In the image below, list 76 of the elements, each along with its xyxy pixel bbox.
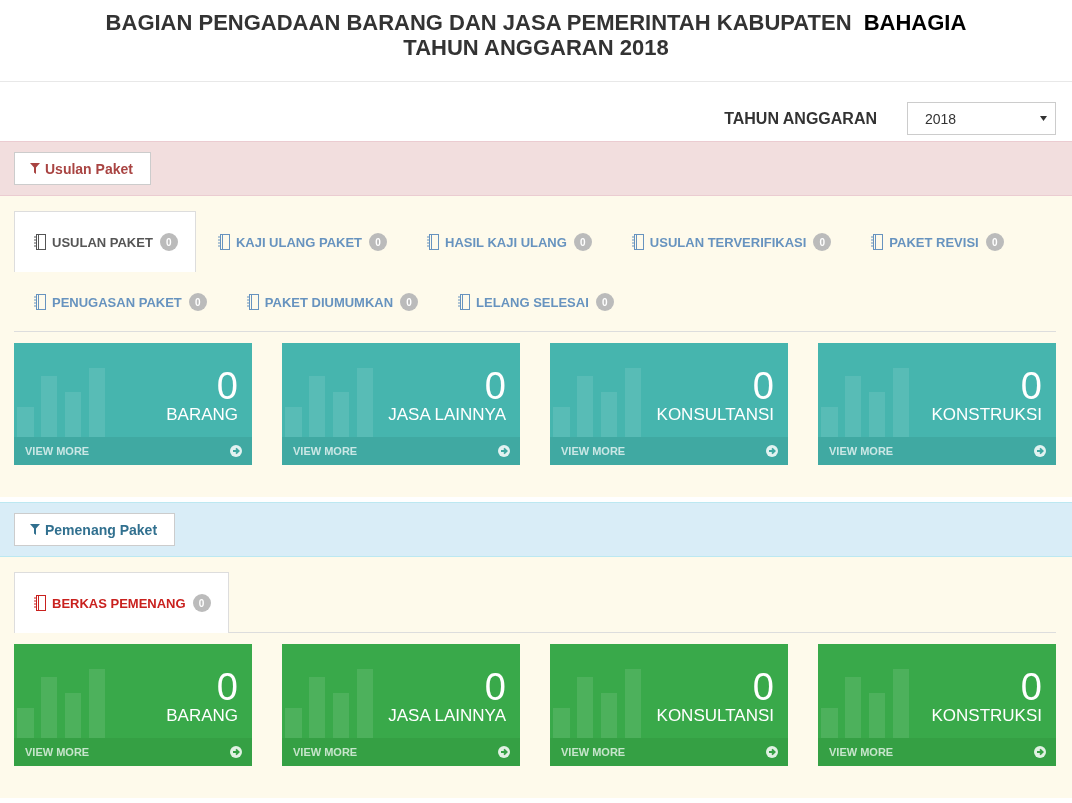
stat-count: 0: [484, 367, 506, 405]
filter-button[interactable]: Pemenang Paket: [14, 513, 176, 546]
view-more-link[interactable]: VIEW MORE: [282, 437, 520, 465]
arrow-circle-icon: [766, 746, 778, 758]
tab[interactable]: BERKAS PEMENANG 0: [14, 572, 229, 633]
stat-label: KONSULTANSI: [656, 405, 774, 425]
tab[interactable]: PENUGASAN PAKET 0: [14, 271, 225, 332]
stat-label: JASA LAINNYA: [388, 706, 506, 726]
notebook-icon: [34, 595, 46, 611]
stat-count: 0: [752, 668, 774, 706]
filter-icon: [30, 163, 40, 174]
stat-count: 0: [216, 668, 238, 706]
count-badge: 0: [573, 233, 592, 251]
filter-icon: [30, 524, 40, 535]
page-title: BAGIAN PENGADAAN BARANG DAN JASA PEMERINTAH KABUPATEN BAHAGIA: [105, 10, 967, 35]
arrow-circle-icon: [498, 746, 510, 758]
tab[interactable]: USULAN PAKET 0: [14, 211, 196, 272]
filter-button[interactable]: Usulan Paket: [14, 152, 151, 185]
tab[interactable]: LELANG SELESAI 0: [438, 271, 632, 332]
count-badge: 0: [369, 233, 388, 251]
bar-chart-icon: [17, 668, 105, 738]
count-badge: 0: [192, 594, 211, 612]
arrow-circle-icon: [230, 746, 242, 758]
notebook-icon: [631, 234, 644, 250]
notebook-icon: [217, 234, 230, 250]
stat-label: BARANG: [166, 405, 238, 425]
view-more-link[interactable]: VIEW MORE: [282, 738, 520, 766]
notebook-icon: [458, 294, 471, 310]
tab[interactable]: USULAN TERVERIFIKASI 0: [611, 211, 850, 272]
bar-chart-icon: [553, 367, 641, 437]
page-subtitle: TAHUN ANGGARAN 2018: [403, 35, 669, 60]
bar-chart-icon: [285, 668, 373, 738]
bar-chart-icon: [285, 367, 373, 437]
count-badge: 0: [188, 293, 207, 311]
stat-label: BARANG: [166, 706, 238, 726]
count-badge: 0: [813, 233, 832, 251]
bar-chart-icon: [553, 668, 641, 738]
notebook-icon: [871, 234, 884, 250]
tab[interactable]: PAKET REVISI 0: [851, 211, 1022, 272]
tab[interactable]: KAJI ULANG PAKET 0: [197, 211, 406, 272]
count-badge: 0: [595, 293, 614, 311]
bar-chart-icon: [821, 668, 909, 738]
count-badge: 0: [400, 293, 419, 311]
view-more-link[interactable]: VIEW MORE: [550, 437, 788, 465]
stat-count: 0: [484, 668, 506, 706]
stat-label: KONSTRUKSI: [931, 706, 1042, 726]
notebook-icon: [34, 294, 46, 310]
arrow-circle-icon: [498, 445, 510, 457]
bar-chart-icon: [821, 367, 909, 437]
year-label: TAHUN ANGGARAN: [724, 109, 877, 128]
count-badge: 0: [159, 233, 178, 251]
view-more-link[interactable]: VIEW MORE: [14, 738, 252, 766]
stat-label: KONSULTANSI: [656, 706, 774, 726]
stat-count: 0: [752, 367, 774, 405]
notebook-icon: [34, 234, 46, 250]
tab[interactable]: HASIL KAJI ULANG 0: [407, 211, 610, 272]
view-more-link[interactable]: VIEW MORE: [818, 437, 1056, 465]
view-more-link[interactable]: VIEW MORE: [14, 437, 252, 465]
stat-count: 0: [216, 367, 238, 405]
stat-label: KONSTRUKSI: [931, 405, 1042, 425]
view-more-link[interactable]: VIEW MORE: [818, 738, 1056, 766]
view-more-link[interactable]: VIEW MORE: [550, 738, 788, 766]
stat-label: JASA LAINNYA: [388, 405, 506, 425]
year-select[interactable]: 2018: [907, 102, 1056, 135]
arrow-circle-icon: [1034, 445, 1046, 457]
notebook-icon: [427, 234, 440, 250]
stat-count: 0: [1020, 668, 1042, 706]
caret-icon: [1040, 116, 1047, 121]
arrow-circle-icon: [766, 445, 778, 457]
arrow-circle-icon: [230, 445, 242, 457]
tab[interactable]: PAKET DIUMUMKAN 0: [226, 271, 437, 332]
count-badge: 0: [985, 233, 1004, 251]
bar-chart-icon: [17, 367, 105, 437]
notebook-icon: [246, 294, 259, 310]
arrow-circle-icon: [1034, 746, 1046, 758]
stat-count: 0: [1020, 367, 1042, 405]
